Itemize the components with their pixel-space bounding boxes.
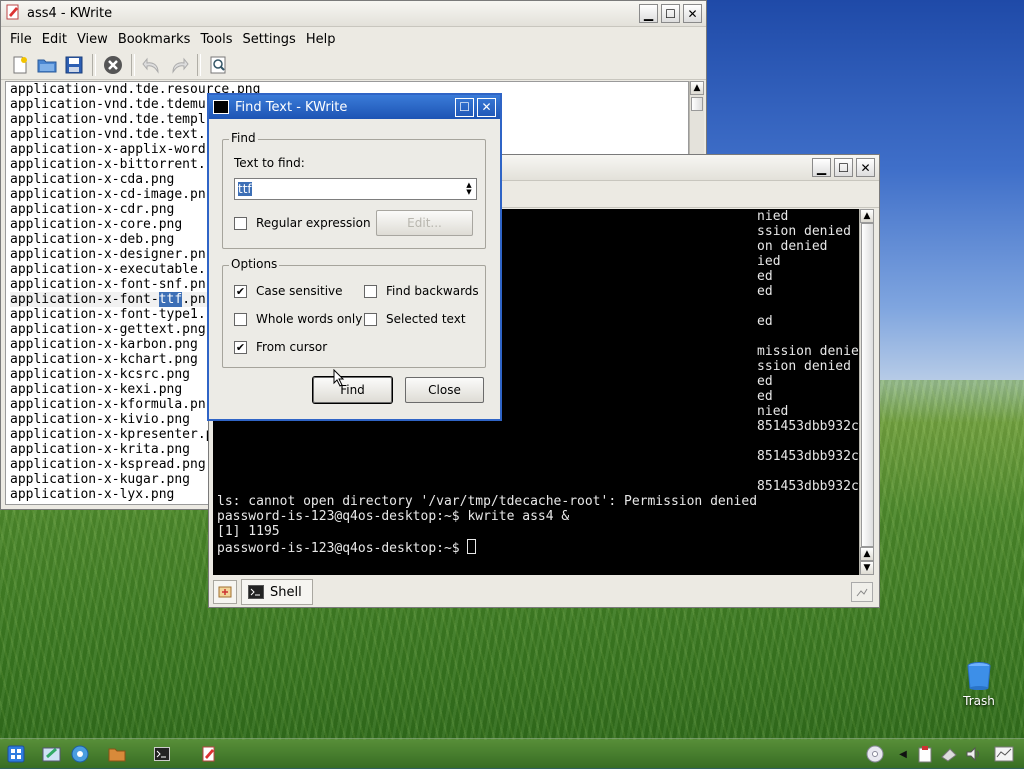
konsole-taskbar-icon[interactable]: [152, 744, 172, 764]
terminal-line: password-is-123@q4os-desktop:~$: [217, 539, 859, 556]
menu-edit[interactable]: Edit: [37, 32, 72, 47]
combo-arrows-icon[interactable]: ▲ ▼: [462, 180, 476, 198]
text-to-find-label: Text to find:: [234, 156, 305, 170]
terminal-scrollbar[interactable]: ▲ ▲ ▼: [859, 209, 874, 575]
kwrite-toolbar: [1, 51, 706, 80]
terminal-line: password-is-123@q4os-desktop:~$ kwrite a…: [217, 509, 570, 524]
konsole-tabbar: Shell: [209, 577, 879, 607]
menu-bookmarks[interactable]: Bookmarks: [113, 32, 196, 47]
close-dialog-button[interactable]: Close: [405, 377, 484, 403]
kwrite-menubar: File Edit View Bookmarks Tools Settings …: [1, 27, 706, 51]
clipboard-icon[interactable]: [915, 744, 935, 764]
file-manager-icon[interactable]: [107, 744, 127, 764]
terminal-line: ls: cannot open directory '/var/tmp/tdec…: [217, 494, 758, 509]
trash-icon: [967, 662, 991, 690]
taskbar: ◀: [0, 738, 1024, 769]
edit-regex-button[interactable]: Edit...: [376, 210, 473, 236]
close-button[interactable]: ✕: [683, 4, 702, 23]
toolbar-separator: [92, 54, 96, 76]
minimize-button[interactable]: ▁: [639, 4, 658, 23]
kwrite-app-icon: [5, 4, 21, 23]
shell-tab-label: Shell: [270, 584, 302, 600]
scroll-up-icon[interactable]: ▲: [690, 81, 704, 95]
terminal-line: 851453dbb932c0ae57e: [217, 419, 859, 434]
find-group-label: Find: [229, 131, 258, 145]
maximize-button[interactable]: ☐: [661, 4, 680, 23]
trash-label: Trash: [963, 694, 995, 708]
redo-icon[interactable]: [166, 53, 192, 77]
kwrite-title: ass4 - KWrite: [27, 6, 113, 21]
toolbar-separator: [131, 54, 135, 76]
start-menu-icon[interactable]: [6, 744, 26, 764]
maximize-button[interactable]: ☐: [455, 97, 474, 117]
case-sensitive-checkbox[interactable]: ✔ Case sensitive: [234, 284, 343, 298]
close-button[interactable]: ✕: [477, 97, 496, 117]
dialog-title: Find Text - KWrite: [235, 99, 348, 115]
network-icon[interactable]: [939, 744, 959, 764]
options-group: Options ✔ Case sensitive Find backwards W…: [222, 257, 486, 368]
menu-file[interactable]: File: [5, 32, 37, 47]
print-preview-icon[interactable]: [205, 53, 231, 77]
tray-expand-icon[interactable]: ◀: [893, 744, 913, 764]
regex-checkbox[interactable]: Regular expression: [234, 216, 371, 230]
close-document-icon[interactable]: [100, 53, 126, 77]
trash-desktop-icon[interactable]: Trash: [957, 661, 1001, 708]
scroll-thumb[interactable]: [861, 223, 874, 547]
menu-view[interactable]: View: [72, 32, 113, 47]
new-tab-icon[interactable]: [213, 580, 237, 604]
options-group-label: Options: [229, 257, 280, 271]
show-desktop-icon[interactable]: [42, 744, 62, 764]
toolbar-separator: [197, 54, 201, 76]
selected-text-checkbox[interactable]: Selected text: [364, 312, 466, 326]
selected-match: ttf: [158, 292, 183, 307]
scroll-thumb[interactable]: [691, 97, 703, 111]
terminal-icon: [248, 585, 264, 599]
minimize-button[interactable]: ▁: [812, 158, 831, 177]
find-text-dialog: Find Text - KWrite ☐ ✕ Find Text to find…: [207, 93, 502, 421]
open-folder-icon[interactable]: [34, 53, 60, 77]
mouse-cursor-icon: [333, 369, 345, 387]
new-file-icon[interactable]: [7, 53, 33, 77]
kwrite-titlebar[interactable]: ass4 - KWrite ▁ ☐ ✕: [1, 1, 706, 27]
volume-icon[interactable]: [964, 744, 984, 764]
find-button[interactable]: Find: [313, 377, 392, 403]
from-cursor-checkbox[interactable]: ✔ From cursor: [234, 340, 327, 354]
kwrite-taskbar-icon[interactable]: [199, 744, 219, 764]
scroll-up-icon[interactable]: ▲: [860, 209, 874, 223]
whole-words-checkbox[interactable]: Whole words only: [234, 312, 362, 326]
menu-settings[interactable]: Settings: [237, 32, 300, 47]
save-icon[interactable]: [61, 53, 87, 77]
control-center-icon[interactable]: [70, 744, 90, 764]
text-to-find-combo[interactable]: ttf ▲ ▼: [234, 178, 477, 200]
find-backwards-checkbox[interactable]: Find backwards: [364, 284, 479, 298]
close-button[interactable]: ✕: [856, 158, 875, 177]
terminal-cursor: [467, 539, 477, 554]
text-to-find-input[interactable]: ttf: [235, 182, 462, 196]
close-tab-icon[interactable]: [851, 582, 873, 602]
terminal-line: [1] 1195: [217, 524, 280, 539]
maximize-button[interactable]: ☐: [834, 158, 853, 177]
dialog-app-icon: [213, 100, 229, 114]
scroll-up-icon[interactable]: ▲: [860, 547, 874, 561]
scroll-down-icon[interactable]: ▼: [860, 561, 874, 575]
menu-tools[interactable]: Tools: [195, 32, 237, 47]
find-group: Find Text to find: ttf ▲ ▼ Regular expres…: [222, 131, 486, 249]
cd-drive-icon[interactable]: [865, 744, 885, 764]
system-monitor-icon[interactable]: [994, 744, 1014, 764]
shell-tab[interactable]: Shell: [241, 579, 313, 605]
menu-help[interactable]: Help: [301, 32, 341, 47]
terminal-line: 851453dbb932c0ae57e: [217, 479, 859, 494]
dialog-titlebar[interactable]: Find Text - KWrite ☐ ✕: [209, 95, 500, 119]
terminal-line: 851453dbb932c0ae57e: [217, 449, 859, 464]
undo-icon[interactable]: [139, 53, 165, 77]
